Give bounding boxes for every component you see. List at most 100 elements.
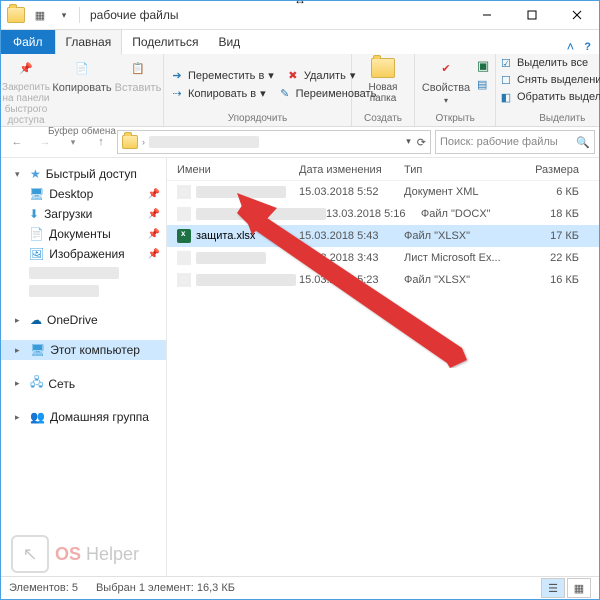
file-date: 15.03.2018 5:23 bbox=[299, 274, 404, 286]
status-selection: Выбран 1 элемент: 16,3 КБ bbox=[96, 582, 235, 594]
file-row[interactable]: 15.03.2018 5:23 Файл "XLSX" 16 КБ bbox=[167, 269, 599, 291]
back-button[interactable]: ← bbox=[5, 130, 29, 154]
column-headers[interactable]: Имени Дата изменения Тип Размера bbox=[167, 158, 599, 181]
file-row[interactable]: 15.03.2018 3:43 Лист Microsoft Ex... 22 … bbox=[167, 247, 599, 269]
ribbon-group-new: Новая папка Создать bbox=[352, 54, 415, 126]
pin-icon: 📌 bbox=[148, 229, 160, 240]
sidebar-this-pc[interactable]: ▸🖥Этот компьютер bbox=[1, 340, 166, 360]
paste-button[interactable]: 📋 Вставить bbox=[113, 56, 163, 94]
filename-blurred bbox=[196, 186, 286, 198]
tab-share[interactable]: Поделиться bbox=[122, 30, 208, 54]
file-icon bbox=[177, 207, 191, 221]
status-item-count: Элементов: 5 bbox=[9, 582, 78, 594]
close-button[interactable] bbox=[554, 1, 599, 29]
select-all-button[interactable]: ☑Выделить все bbox=[499, 56, 600, 70]
copy-to-button[interactable]: ⇢Копировать в ▾ bbox=[170, 87, 266, 101]
forward-button[interactable]: → bbox=[33, 130, 57, 154]
help-icon[interactable]: ? bbox=[584, 41, 591, 53]
file-size: 22 КБ bbox=[519, 252, 589, 264]
sidebar-quick-access[interactable]: ▾★Быстрый доступ bbox=[1, 164, 166, 184]
copy-to-icon: ⇢ bbox=[170, 87, 184, 101]
open-icon[interactable]: ▣ bbox=[477, 58, 489, 74]
sidebar-documents[interactable]: 📄Документы📌 bbox=[1, 224, 166, 244]
chevron-right-icon[interactable]: › bbox=[142, 137, 145, 147]
column-type[interactable]: Тип bbox=[404, 164, 519, 176]
separator bbox=[79, 7, 80, 23]
sidebar-homegroup[interactable]: ▸👥Домашняя группа bbox=[1, 407, 166, 427]
pictures-icon: 🖼 bbox=[29, 247, 44, 261]
paste-icon: 📋 bbox=[126, 56, 150, 80]
column-date[interactable]: Дата изменения bbox=[299, 164, 404, 176]
recent-dropdown-icon[interactable]: ▾ bbox=[61, 130, 85, 154]
tab-view[interactable]: Вид bbox=[208, 30, 250, 54]
folder-icon bbox=[7, 7, 25, 23]
sidebar-item-blurred[interactable]: x bbox=[1, 282, 166, 300]
ribbon-group-open: ✔ Свойства ▾ ▣ ▤ Открыть bbox=[415, 54, 496, 126]
ribbon-collapse-icon[interactable]: ˄ bbox=[567, 39, 575, 54]
details-view-button[interactable]: ☰ bbox=[541, 578, 565, 598]
sidebar-onedrive[interactable]: ▸☁OneDrive bbox=[1, 310, 166, 330]
sidebar-desktop[interactable]: 🖥Desktop📌 bbox=[1, 184, 166, 204]
tab-home[interactable]: Главная bbox=[55, 29, 123, 55]
sidebar-pictures[interactable]: 🖼Изображения📌 bbox=[1, 244, 166, 264]
search-input[interactable]: Поиск: рабочие файлы 🔍 bbox=[435, 130, 595, 154]
icons-view-button[interactable]: ▦ bbox=[567, 578, 591, 598]
copy-button[interactable]: 📄 Копировать bbox=[57, 56, 107, 94]
file-size: 6 КБ bbox=[519, 186, 589, 198]
minimize-button[interactable] bbox=[464, 1, 509, 29]
pc-icon: 🖥 bbox=[30, 343, 45, 357]
tab-file[interactable]: Файл bbox=[1, 30, 55, 54]
chevron-right-icon[interactable]: ▸ bbox=[15, 345, 25, 356]
navigation-pane[interactable]: ▾★Быстрый доступ 🖥Desktop📌 ⬇Загрузки📌 📄Д… bbox=[1, 158, 167, 576]
file-size: 18 КБ bbox=[525, 208, 589, 220]
maximize-button[interactable] bbox=[509, 1, 554, 29]
address-bar[interactable]: › x ▾ ⟳ bbox=[117, 130, 431, 154]
chevron-right-icon[interactable]: ▸ bbox=[15, 315, 25, 326]
qat-item[interactable]: ▦ bbox=[31, 6, 49, 24]
watermark-logo-icon: ↖ bbox=[11, 535, 49, 573]
new-folder-button[interactable]: Новая папка bbox=[358, 56, 408, 104]
delete-button[interactable]: ✖Удалить ▾ bbox=[286, 69, 356, 83]
file-type: Файл "XLSX" bbox=[404, 230, 519, 242]
sidebar-downloads[interactable]: ⬇Загрузки📌 bbox=[1, 204, 166, 224]
edit-icon[interactable]: ▤ bbox=[477, 78, 489, 91]
pin-icon: 📌 bbox=[148, 249, 160, 260]
file-rows: 15.03.2018 5:52 Документ XML 6 КБ 13.03.… bbox=[167, 181, 599, 576]
chevron-down-icon[interactable]: ▾ bbox=[15, 169, 25, 180]
new-folder-icon bbox=[371, 56, 395, 80]
sidebar-item-blurred[interactable]: x bbox=[1, 264, 166, 282]
pin-icon: 📌 bbox=[148, 209, 160, 220]
properties-button[interactable]: ✔ Свойства ▾ bbox=[421, 56, 471, 105]
ribbon-group-organize: ➔Переместить в ▾ ✖Удалить ▾ ⇢Копировать … bbox=[164, 54, 352, 126]
refresh-icon[interactable]: ⟳ bbox=[417, 136, 426, 149]
file-date: 13.03.2018 5:16 bbox=[326, 208, 421, 220]
pin-quick-access-button[interactable]: 📌 Закрепить на панели быстрого доступа bbox=[1, 56, 51, 126]
file-row[interactable]: 13.03.2018 5:16 Файл "DOCX" 18 КБ bbox=[167, 203, 599, 225]
download-icon: ⬇ bbox=[29, 207, 39, 221]
address-dropdown-icon[interactable]: ▾ bbox=[406, 136, 411, 149]
chevron-right-icon[interactable]: ▸ bbox=[15, 412, 25, 423]
ribbon-group-select: ☑Выделить все ☐Снять выделение ◧Обратить… bbox=[496, 54, 600, 126]
chevron-right-icon[interactable]: ▸ bbox=[15, 378, 25, 389]
qat-dropdown-icon[interactable]: ▾ bbox=[55, 6, 73, 24]
file-list-pane: Имени Дата изменения Тип Размера 15.03.2… bbox=[167, 158, 599, 576]
up-button[interactable]: ↑ bbox=[89, 130, 113, 154]
file-date: 15.03.2018 5:52 bbox=[299, 186, 404, 198]
move-to-button[interactable]: ➔Переместить в ▾ bbox=[170, 69, 274, 83]
window-title: рабочие файлы bbox=[90, 8, 178, 22]
move-icon: ➔ bbox=[170, 69, 184, 83]
column-name[interactable]: Имени bbox=[177, 164, 299, 176]
file-row[interactable]: 15.03.2018 5:52 Документ XML 6 КБ bbox=[167, 181, 599, 203]
ribbon-group-clipboard: 📌 Закрепить на панели быстрого доступа 📄… bbox=[1, 54, 164, 126]
group-label: Упорядочить bbox=[228, 113, 288, 124]
file-type: Файл "DOCX" bbox=[421, 208, 525, 220]
invert-selection-button[interactable]: ◧Обратить выделение bbox=[499, 90, 600, 104]
group-label: Открыть bbox=[436, 113, 475, 124]
file-type: Файл "XLSX" bbox=[404, 274, 519, 286]
sidebar-network[interactable]: ▸🖧Сеть bbox=[1, 370, 166, 397]
file-icon bbox=[177, 251, 191, 265]
deselect-button[interactable]: ☐Снять выделение bbox=[499, 73, 600, 87]
file-type: Лист Microsoft Ex... bbox=[404, 252, 519, 264]
column-size[interactable]: Размера bbox=[519, 164, 589, 176]
file-row-selected[interactable]: защита.xlsx 15.03.2018 5:43 Файл "XLSX" … bbox=[167, 225, 599, 247]
